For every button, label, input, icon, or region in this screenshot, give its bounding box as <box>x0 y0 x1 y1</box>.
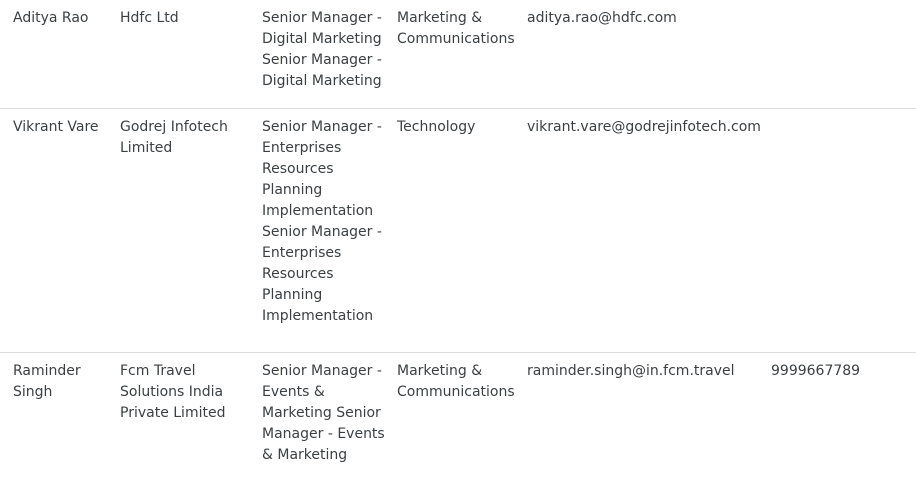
contact-name: Aditya Rao <box>13 10 89 26</box>
contact-email: vikrant.vare@godrejinfotech.com <box>527 119 761 135</box>
contact-department: Marketing & Communications <box>397 363 515 400</box>
contact-company: Godrej Infotech Limited <box>120 119 228 156</box>
contact-company: Hdfc Ltd <box>120 10 179 26</box>
table-row: Raminder Singh Fcm Travel Solutions Indi… <box>0 353 916 479</box>
contact-department: Technology <box>397 119 476 135</box>
table-row: Aditya Rao Hdfc Ltd Senior Manager - Dig… <box>0 0 916 109</box>
contacts-table: Aditya Rao Hdfc Ltd Senior Manager - Dig… <box>0 0 916 479</box>
contact-name: Vikrant Vare <box>13 119 99 135</box>
contact-company: Fcm Travel Solutions India Private Limit… <box>120 363 226 421</box>
contact-designation: Senior Manager - Digital Marketing Senio… <box>262 10 382 89</box>
contact-phone: 9999667789 <box>771 363 861 379</box>
contact-designation: Senior Manager - Events & Marketing Seni… <box>262 363 385 463</box>
contact-designation: Senior Manager - Enterprises Resources P… <box>262 119 382 324</box>
contact-email: aditya.rao@hdfc.com <box>527 10 677 26</box>
contact-name: Raminder Singh <box>13 363 81 400</box>
contact-department: Marketing & Communications <box>397 10 515 47</box>
contact-email: raminder.singh@in.fcm.travel <box>527 363 735 379</box>
table-row: Vikrant Vare Godrej Infotech Limited Sen… <box>0 109 916 353</box>
